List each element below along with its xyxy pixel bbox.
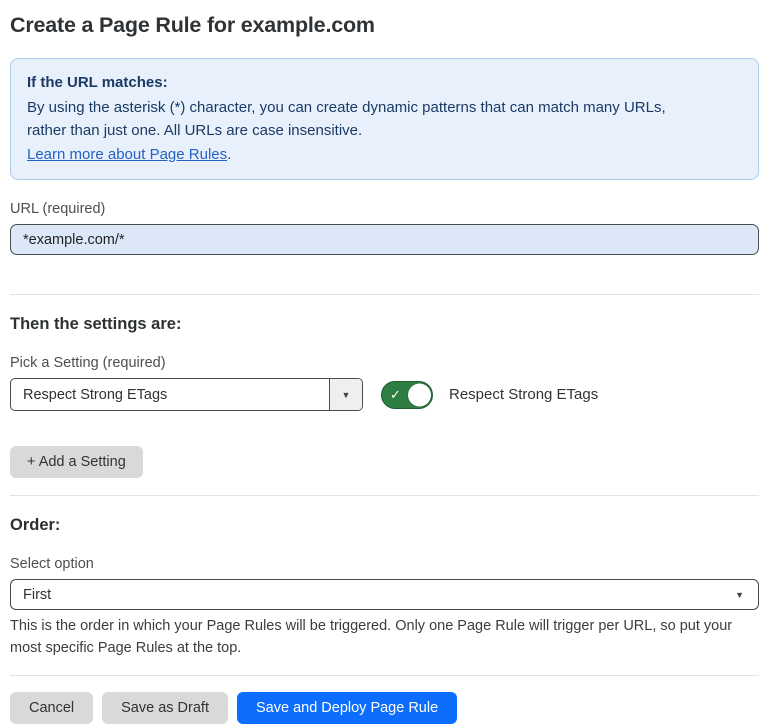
url-input[interactable] [10,224,759,255]
add-setting-button[interactable]: + Add a Setting [10,446,143,478]
url-field-label: URL (required) [10,201,759,217]
setting-select-value: Respect Strong ETags [11,379,329,410]
check-icon: ✓ [390,388,401,401]
link-suffix: . [227,146,231,163]
order-help-text: This is the order in which your Page Rul… [10,615,759,659]
settings-section-heading: Then the settings are: [10,315,759,334]
info-box-heading: If the URL matches: [27,71,742,94]
page-title: Create a Page Rule for example.com [10,12,759,38]
toggle-knob [408,383,431,406]
save-draft-button[interactable]: Save as Draft [102,692,228,724]
url-match-info-box: If the URL matches: By using the asteris… [10,58,759,180]
order-select-value: First [23,587,51,603]
learn-more-link[interactable]: Learn more about Page Rules [27,146,227,163]
info-link-line: Learn more about Page Rules. [27,143,742,166]
page-rule-form: Create a Page Rule for example.com If th… [0,0,769,724]
divider [10,675,759,676]
setting-select-arrow-button[interactable]: ▼ [329,379,362,410]
setting-picker-label: Pick a Setting (required) [10,355,759,371]
setting-select[interactable]: Respect Strong ETags ▼ [10,378,363,411]
order-select[interactable]: First ▼ [10,579,759,610]
setting-row: Respect Strong ETags ▼ ✓ Respect Strong … [10,378,759,411]
order-section-heading: Order: [10,516,759,535]
cancel-button[interactable]: Cancel [10,692,93,724]
info-box-body: By using the asterisk (*) character, you… [27,96,703,142]
order-select-label: Select option [10,556,759,572]
divider [10,294,759,295]
toggle-label: Respect Strong ETags [449,386,598,403]
save-deploy-button[interactable]: Save and Deploy Page Rule [237,692,457,724]
chevron-down-icon: ▼ [342,390,351,400]
setting-toggle[interactable]: ✓ [381,381,433,409]
chevron-down-icon: ▼ [735,590,744,600]
divider [10,495,759,496]
footer-actions: Cancel Save as Draft Save and Deploy Pag… [10,692,759,724]
